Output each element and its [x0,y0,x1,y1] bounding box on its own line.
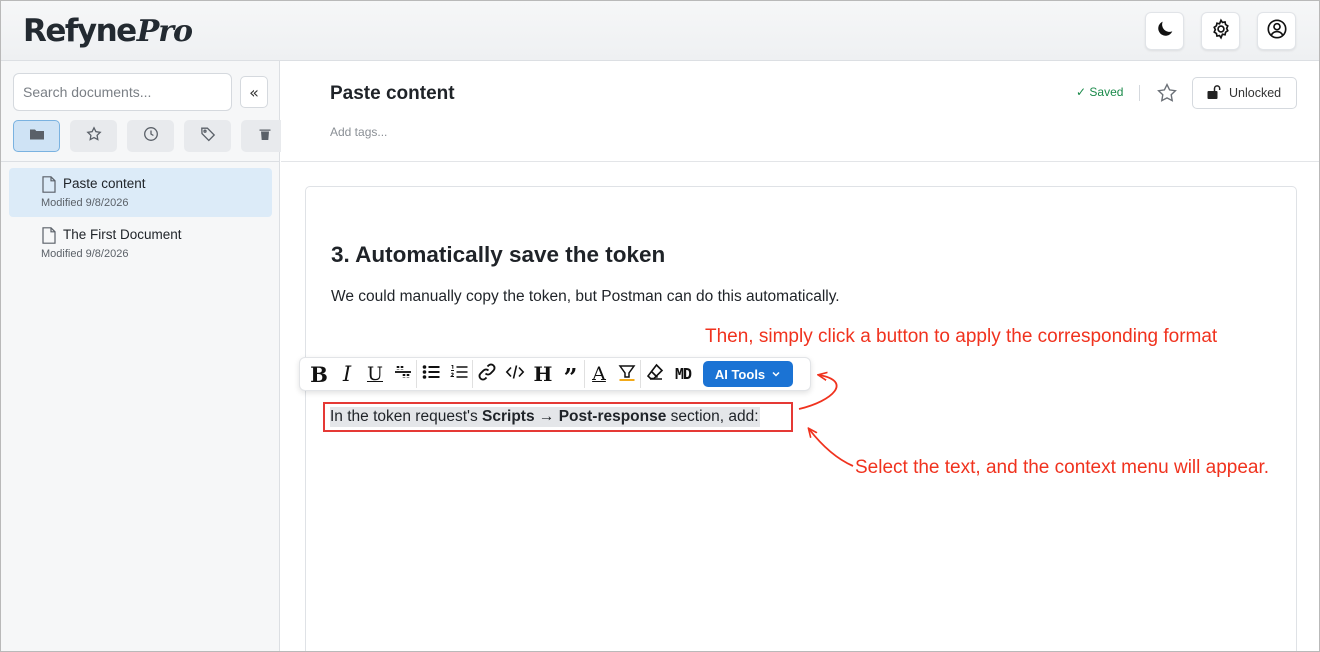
markdown-button[interactable]: MD [669,360,697,388]
highlighter-icon [617,362,637,386]
account-button[interactable] [1257,12,1296,50]
header-separator [1139,85,1140,101]
numbered-list-icon [449,362,469,386]
saved-status: ✓ Saved [1076,85,1124,99]
sidebar-filters [13,120,288,152]
document-item-first-document[interactable]: The First Document Modified 9/8/2026 [9,219,272,268]
lock-label: Unlocked [1229,86,1282,100]
star-icon [85,125,102,147]
top-header: Refyne Pro [1,1,1319,61]
strikethrough-icon [393,362,413,386]
document-modified: Modified 9/8/2026 [41,248,129,260]
app-window: Refyne Pro « [0,0,1320,652]
heading-button[interactable]: H [529,360,557,388]
theme-toggle-button[interactable] [1145,12,1184,50]
app-logo[interactable]: Refyne Pro [23,9,193,53]
unlock-icon [1206,84,1222,103]
strikethrough-button[interactable] [389,360,417,388]
favorite-button[interactable] [1156,82,1178,104]
tag-icon [200,126,216,147]
settings-button[interactable] [1201,12,1240,50]
sidebar-divider [1,161,280,162]
selected-text-box: In the token request's Scripts → Post-re… [323,402,793,432]
logo-main: Refyne [23,13,137,49]
sidebar: « [1,61,288,651]
bullet-list-icon [421,362,441,386]
document-icon [42,176,56,193]
trash-icon [257,126,273,147]
format-context-toolbar: B I U H ” A MD AI Tools [299,357,811,391]
folder-icon [29,126,45,147]
quote-button[interactable]: ” [557,360,585,390]
logo-sub: Pro [136,14,193,49]
eraser-icon [645,362,665,386]
annotation-bottom: Select the text, and the context menu wi… [855,457,1270,478]
bold-button[interactable]: B [305,360,333,388]
code-button[interactable] [501,360,529,388]
add-tags-input[interactable]: Add tags... [330,125,387,139]
chevron-down-icon [771,367,781,382]
selected-text-bold: Scripts → Post-response [482,408,667,425]
document-title: The First Document [63,227,182,242]
annotation-top: Then, simply click a button to apply the… [705,326,1218,347]
filter-favorites[interactable] [70,120,117,152]
selected-text-part2: section, add: [666,408,759,425]
gear-icon [1210,18,1232,45]
selected-text[interactable]: In the token request's Scripts → Post-re… [330,407,760,427]
clear-format-button[interactable] [641,360,669,388]
bullet-list-button[interactable] [417,360,445,388]
search-input[interactable] [13,73,232,111]
user-circle-icon [1266,18,1288,45]
link-icon [477,362,497,386]
document-title-field[interactable]: Paste content [330,83,455,105]
italic-button[interactable]: I [333,360,361,388]
document-title: Paste content [63,176,146,191]
ai-tools-button[interactable]: AI Tools [703,361,793,387]
filter-all-documents[interactable] [13,120,60,152]
lock-toggle-button[interactable]: Unlocked [1192,77,1297,109]
document-header: Paste content Add tags... ✓ Saved Unlock… [281,61,1319,162]
filter-recent[interactable] [127,120,174,152]
document-list: Paste content Modified 9/8/2026 The Firs… [9,168,272,270]
filter-tags[interactable] [184,120,231,152]
moon-icon [1154,18,1176,45]
code-icon [505,362,525,386]
numbered-list-button[interactable] [445,360,473,388]
content-paragraph: We could manually copy the token, but Po… [331,288,840,305]
document-icon [42,227,56,244]
ai-tools-label: AI Tools [714,366,766,382]
clock-icon [143,126,159,147]
link-button[interactable] [473,360,501,388]
underline-button[interactable]: U [361,360,389,388]
star-icon [1156,83,1178,108]
highlight-button[interactable] [613,360,641,388]
collapse-sidebar-button[interactable]: « [240,76,268,108]
text-color-button[interactable]: A [585,360,613,388]
content-heading: 3. Automatically save the token [331,242,666,267]
selected-text-part1: In the token request's [330,408,483,425]
document-item-paste-content[interactable]: Paste content Modified 9/8/2026 [9,168,272,217]
document-modified: Modified 9/8/2026 [41,197,129,209]
